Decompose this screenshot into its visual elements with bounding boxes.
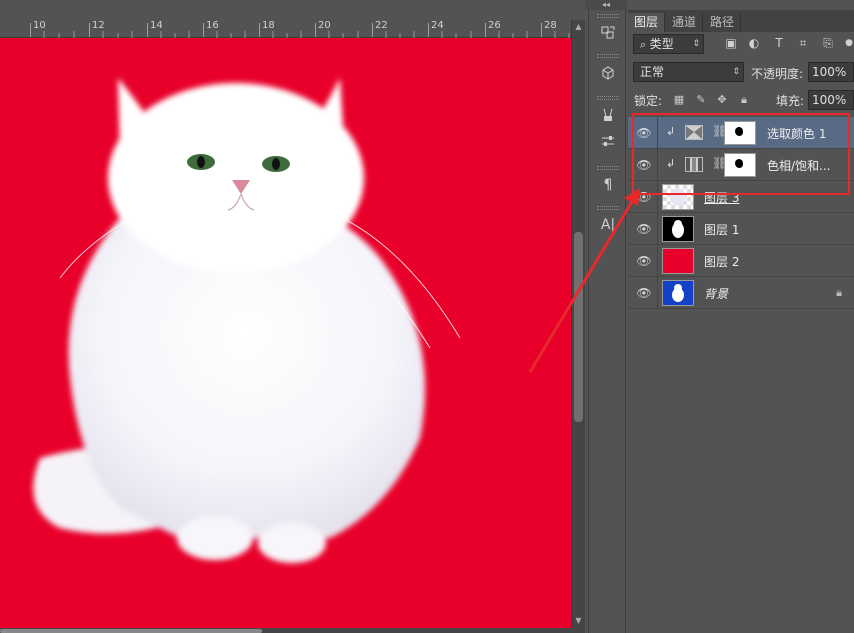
filter-type-label: 类型 bbox=[649, 37, 674, 51]
fill-label: 填充: bbox=[776, 94, 805, 108]
vertical-scrollbar[interactable]: ▲ ▼ bbox=[571, 20, 585, 628]
brush-presets-icon[interactable] bbox=[589, 102, 627, 128]
dock-group bbox=[589, 12, 627, 46]
layer-name[interactable]: 图层 2 bbox=[704, 253, 739, 270]
layers-panel: 图层 通道 路径 ⌕ 类型 ⇕ ▣ ◐ T ⌗ ⎘ ● 正常 ⇕ 不透明度: 1… bbox=[628, 10, 854, 633]
lock-all-icon[interactable]: 🔒︎ bbox=[737, 93, 751, 107]
lock-position-icon[interactable]: ✥ bbox=[715, 93, 729, 107]
fill-value: 100% bbox=[812, 93, 847, 107]
lock-transparent-icon[interactable]: ▦ bbox=[672, 93, 686, 107]
layer-row[interactable]: 👁︎ 图层 1 bbox=[628, 213, 854, 245]
blend-mode-value: 正常 bbox=[640, 65, 665, 79]
collapse-panels-icon[interactable]: ◂◂ bbox=[585, 0, 627, 10]
layer-row[interactable]: 👁︎ 背景 🔒︎ bbox=[628, 277, 854, 309]
tab-layers[interactable]: 图层 bbox=[628, 13, 666, 32]
ruler-minor-ticks bbox=[43, 31, 570, 38]
dropdown-arrow-icon: ⇕ bbox=[692, 39, 700, 49]
opacity-input[interactable]: 100% bbox=[808, 62, 854, 82]
filter-adjustment-icon[interactable]: ◐ bbox=[747, 36, 761, 50]
eye-icon[interactable]: 👁︎ bbox=[636, 254, 652, 268]
eye-icon[interactable]: 👁︎ bbox=[636, 222, 652, 236]
layer-thumbnail[interactable] bbox=[662, 280, 694, 306]
horizontal-ruler: 10 12 14 16 18 20 22 24 26 28 bbox=[0, 0, 572, 38]
fill-input[interactable]: 100% bbox=[808, 90, 854, 110]
paragraph-icon[interactable]: ¶ bbox=[589, 172, 627, 198]
layer-thumbnail[interactable] bbox=[662, 216, 694, 242]
opacity-label: 不透明度: bbox=[751, 67, 804, 81]
filter-shape-icon[interactable]: ⌗ bbox=[796, 36, 810, 50]
lock-image-icon[interactable]: ✎ bbox=[694, 93, 708, 107]
filter-toggle-icon[interactable]: ● bbox=[842, 36, 854, 50]
dock-group bbox=[589, 52, 627, 86]
layer-name[interactable]: 背景 bbox=[704, 285, 728, 302]
layer-thumbnail[interactable] bbox=[662, 248, 694, 274]
white-cat-image bbox=[33, 78, 461, 563]
blend-mode-dropdown[interactable]: 正常 ⇕ bbox=[633, 62, 744, 82]
scroll-up-icon[interactable]: ▲ bbox=[572, 20, 585, 34]
opacity-value: 100% bbox=[812, 65, 847, 79]
filter-smart-object-icon[interactable]: ⎘ bbox=[821, 36, 835, 50]
highlight-box bbox=[632, 113, 850, 195]
lock-label: 锁定: bbox=[634, 94, 663, 108]
scroll-thumb[interactable] bbox=[0, 629, 262, 633]
eye-icon[interactable]: 👁︎ bbox=[636, 286, 652, 300]
layer-name[interactable]: 图层 1 bbox=[704, 221, 739, 238]
3d-icon[interactable] bbox=[589, 60, 627, 86]
tab-paths[interactable]: 路径 bbox=[704, 13, 742, 32]
filter-type-icon[interactable]: T bbox=[772, 36, 786, 50]
dock-group bbox=[589, 94, 627, 154]
adjust-icon[interactable] bbox=[589, 128, 627, 154]
panel-dock-icons: ¶ A| bbox=[588, 10, 626, 633]
scroll-down-icon[interactable]: ▼ bbox=[572, 614, 585, 628]
document-canvas[interactable] bbox=[0, 38, 571, 628]
filter-pixel-icon[interactable]: ▣ bbox=[724, 36, 738, 50]
tab-channels[interactable]: 通道 bbox=[666, 13, 704, 32]
dropdown-arrow-icon: ⇕ bbox=[732, 67, 740, 77]
horizontal-scrollbar[interactable] bbox=[0, 628, 585, 633]
photoshop-window: 10 12 14 16 18 20 22 24 26 28 ▲ ▼ ◂◂ ¶ A… bbox=[0, 0, 854, 633]
lock-icon: 🔒︎ bbox=[836, 286, 842, 299]
dock-group: A| bbox=[589, 204, 627, 238]
layer-comps-icon[interactable] bbox=[589, 20, 627, 46]
panel-tabs: 图层 通道 路径 bbox=[628, 10, 854, 32]
character-icon[interactable]: A| bbox=[589, 212, 627, 238]
layer-row[interactable]: 👁︎ 图层 2 bbox=[628, 245, 854, 277]
filter-type-dropdown[interactable]: ⌕ 类型 ⇕ bbox=[633, 34, 704, 54]
scroll-thumb[interactable] bbox=[574, 232, 583, 422]
dock-group: ¶ bbox=[589, 164, 627, 198]
